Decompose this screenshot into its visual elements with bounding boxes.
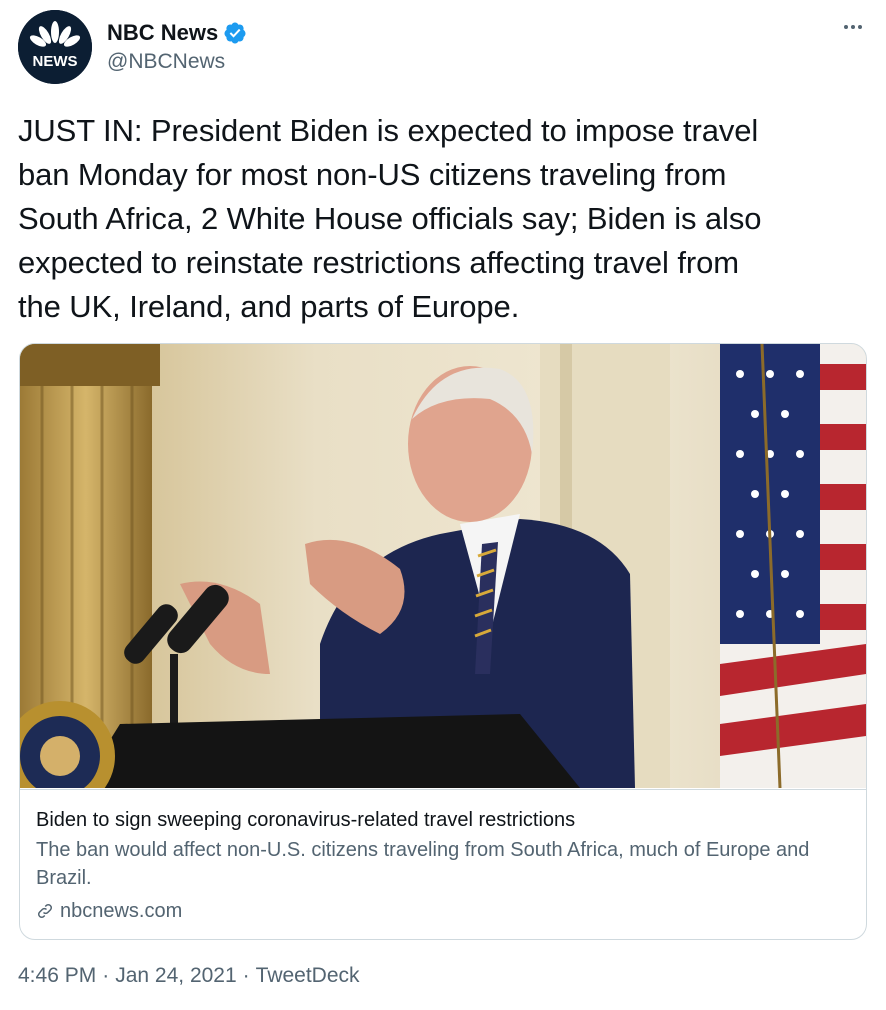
avatar-label: NEWS xyxy=(33,53,78,70)
tweet-metadata: 4:46 PM · Jan 24, 2021 · TweetDeck xyxy=(18,962,360,990)
tweet-source[interactable]: TweetDeck xyxy=(256,962,360,990)
tweet-time[interactable]: 4:46 PM xyxy=(18,962,96,990)
meta-separator: · xyxy=(102,964,110,987)
meta-separator: · xyxy=(242,964,250,987)
verified-badge-icon xyxy=(224,22,246,44)
more-options-icon[interactable] xyxy=(840,17,866,37)
card-image[interactable] xyxy=(20,344,866,788)
link-card[interactable]: Biden to sign sweeping coronavirus-relat… xyxy=(19,343,867,940)
card-info[interactable]: Biden to sign sweeping coronavirus-relat… xyxy=(20,789,866,939)
author-handle[interactable]: @NBCNews xyxy=(107,50,225,74)
tweet-text: JUST IN: President Biden is expected to … xyxy=(18,113,762,324)
tweet-date[interactable]: Jan 24, 2021 xyxy=(115,962,236,990)
card-title[interactable]: Biden to sign sweeping coronavirus-relat… xyxy=(36,807,575,833)
photo-of-speaker-at-podium xyxy=(20,344,866,788)
card-description: The ban would affect non-U.S. citizens t… xyxy=(36,839,810,889)
link-icon xyxy=(37,903,53,919)
card-domain[interactable]: nbcnews.com xyxy=(36,898,182,924)
nbc-peacock-logo-icon: NEWS xyxy=(18,10,92,84)
card-domain-text[interactable]: nbcnews.com xyxy=(60,898,182,924)
author-name-row[interactable]: NBC News xyxy=(107,20,247,46)
author-display-name[interactable]: NBC News xyxy=(107,20,218,46)
author-avatar[interactable]: NEWS xyxy=(18,10,92,84)
